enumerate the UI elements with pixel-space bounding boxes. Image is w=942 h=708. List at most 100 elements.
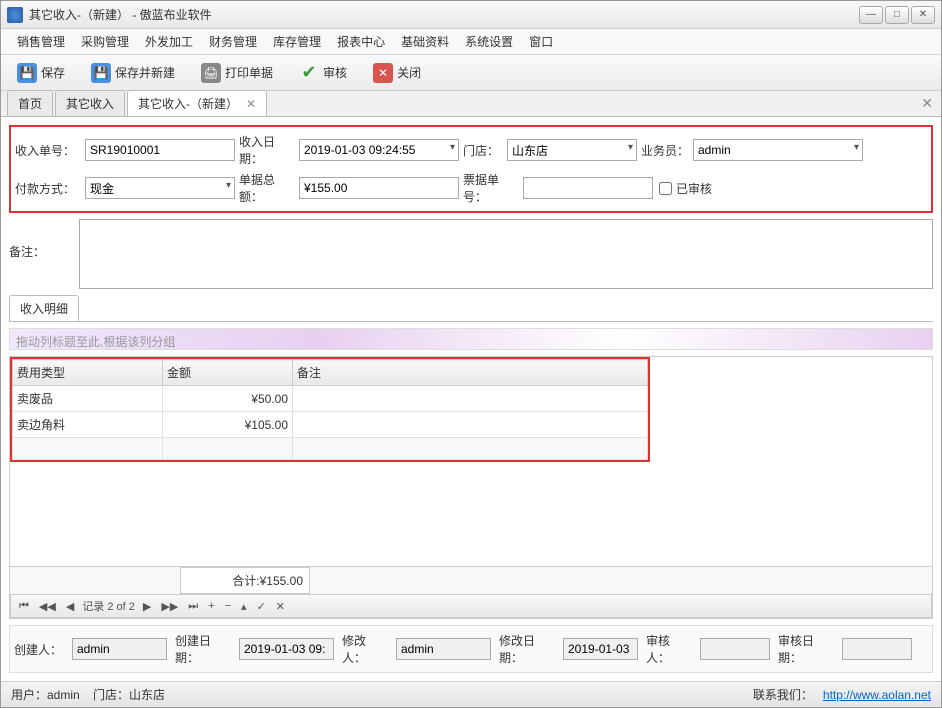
save-icon: 💾 [17,63,37,83]
label-auditor: 审核人： [642,632,696,666]
group-by-hint[interactable]: 拖动列标题至此,根据该列分组 [9,328,933,350]
menu-basedata[interactable]: 基础资料 [395,30,455,53]
menu-bar: 销售管理 采购管理 外发加工 财务管理 库存管理 报表中心 基础资料 系统设置 … [1,29,941,55]
modifier-input [396,638,491,660]
store-select[interactable] [507,139,637,161]
detail-tabs: 收入明细 [9,295,933,322]
nav-last-icon[interactable]: ⏭ [186,600,200,613]
menu-inventory[interactable]: 库存管理 [267,30,327,53]
label-receipt-date: 收入日期： [235,133,299,167]
label-pay-method: 付款方式： [15,180,85,197]
cell-remark[interactable] [293,412,648,438]
cell-amount[interactable]: ¥105.00 [163,412,293,438]
nav-remove-icon[interactable]: − [223,600,233,612]
audit-date-input [842,638,912,660]
menu-sales[interactable]: 销售管理 [11,30,71,53]
label-store: 门店： [459,142,507,159]
bill-no-input[interactable] [523,177,653,199]
table-row[interactable]: 卖边角料 ¥105.00 [13,412,648,438]
close-button[interactable]: ✕ 关闭 [367,59,427,87]
nav-record-text: 记录 2 of 2 [82,598,135,614]
grid-total-row: 合计:¥155.00 [10,566,932,594]
cell-amount[interactable]: ¥50.00 [163,386,293,412]
remark-textarea[interactable] [79,219,933,289]
status-right: 联系我们： http://www.aolan.net [753,686,931,703]
menu-window[interactable]: 窗口 [523,30,559,53]
label-remark: 备注： [9,219,79,289]
tab-other-income-new[interactable]: 其它收入-（新建）✕ [127,90,267,116]
tab-income-detail[interactable]: 收入明细 [9,295,79,321]
nav-prev-icon[interactable]: ◀ [64,600,76,613]
receipt-date-input[interactable] [299,139,459,161]
window-title: 其它收入-（新建） - 傲蓝布业软件 [29,6,859,23]
audited-checkbox[interactable] [659,182,672,195]
maximize-button[interactable]: □ [885,6,909,24]
col-fee-type[interactable]: 费用类型 [13,360,163,386]
label-total: 单据总额： [235,171,299,205]
menu-finance[interactable]: 财务管理 [203,30,263,53]
creator-input [72,638,167,660]
audited-label: 已审核 [676,180,712,197]
close-all-tabs-icon[interactable]: ✕ [921,95,933,112]
table-new-row[interactable] [13,438,648,460]
receipt-no-input[interactable] [85,139,235,161]
save-new-label: 保存并新建 [115,64,175,81]
col-amount[interactable]: 金额 [163,360,293,386]
nav-next-page-icon[interactable]: ▶▶ [159,600,180,613]
salesman-select[interactable] [693,139,863,161]
label-receipt-no: 收入单号： [15,142,85,159]
cell-remark[interactable] [293,386,648,412]
grid-navigator: ⏮ ◀◀ ◀ 记录 2 of 2 ▶ ▶▶ ⏭ + − ▴ ✓ ✕ [10,594,932,618]
status-bar: 用户：admin 门店：山东店 联系我们： http://www.aolan.n… [1,681,941,707]
nav-cancel-icon[interactable]: ✕ [274,600,287,613]
auditor-input [700,638,770,660]
tab-close-icon[interactable]: ✕ [246,97,256,111]
status-store: 门店：山东店 [93,688,165,702]
label-bill-no: 票据单号： [459,171,523,205]
app-window: 其它收入-（新建） - 傲蓝布业软件 — □ ✕ 销售管理 采购管理 外发加工 … [0,0,942,708]
print-button[interactable]: 🖨 打印单据 [195,59,279,87]
close-window-button[interactable]: ✕ [911,6,935,24]
content-area: 收入单号： 收入日期： 门店： 业务员： 付款方式： 单据总额： 票据单号： 已… [1,117,941,681]
nav-prev-page-icon[interactable]: ◀◀ [37,600,58,613]
label-modify-date: 修改日期： [495,632,559,666]
document-tabs: 首页 其它收入 其它收入-（新建）✕ ✕ [1,91,941,117]
toolbar: 💾 保存 💾 保存并新建 🖨 打印单据 ✔ 审核 ✕ 关闭 [1,55,941,91]
save-new-button[interactable]: 💾 保存并新建 [85,59,181,87]
header-form: 收入单号： 收入日期： 门店： 业务员： 付款方式： 单据总额： 票据单号： 已… [9,125,933,213]
minimize-button[interactable]: — [859,6,883,24]
menu-settings[interactable]: 系统设置 [459,30,519,53]
tab-home[interactable]: 首页 [7,90,53,116]
contact-link[interactable]: http://www.aolan.net [823,688,931,702]
menu-reports[interactable]: 报表中心 [331,30,391,53]
pay-method-select[interactable] [85,177,235,199]
label-create-date: 创建日期： [171,632,235,666]
grid-empty-space [10,462,932,566]
audited-checkbox-wrap[interactable]: 已审核 [659,180,712,197]
label-creator: 创建人： [14,641,68,658]
cell-fee-type[interactable]: 卖废品 [13,386,163,412]
create-date-input [239,638,334,660]
nav-first-icon[interactable]: ⏮ [17,600,31,613]
nav-confirm-icon[interactable]: ✓ [255,600,268,613]
menu-purchase[interactable]: 采购管理 [75,30,135,53]
status-user: 用户：admin [11,688,80,702]
table-row[interactable]: 卖废品 ¥50.00 [13,386,648,412]
label-audit-date: 审核日期： [774,632,838,666]
save-label: 保存 [41,64,65,81]
tab-other-income[interactable]: 其它收入 [55,90,125,116]
close-icon: ✕ [373,63,393,83]
cell-fee-type[interactable]: 卖边角料 [13,412,163,438]
col-remark[interactable]: 备注 [293,360,648,386]
audit-button[interactable]: ✔ 审核 [293,59,353,87]
close-label: 关闭 [397,64,421,81]
label-salesman: 业务员： [637,142,693,159]
menu-outsource[interactable]: 外发加工 [139,30,199,53]
nav-next-icon[interactable]: ▶ [141,600,153,613]
nav-edit-icon[interactable]: ▴ [239,600,249,613]
nav-add-icon[interactable]: + [206,600,216,612]
save-button[interactable]: 💾 保存 [11,59,71,87]
total-input[interactable] [299,177,459,199]
detail-grid: 费用类型 金额 备注 卖废品 ¥50.00 卖边角料 [9,356,933,619]
label-modifier: 修改人： [338,632,392,666]
